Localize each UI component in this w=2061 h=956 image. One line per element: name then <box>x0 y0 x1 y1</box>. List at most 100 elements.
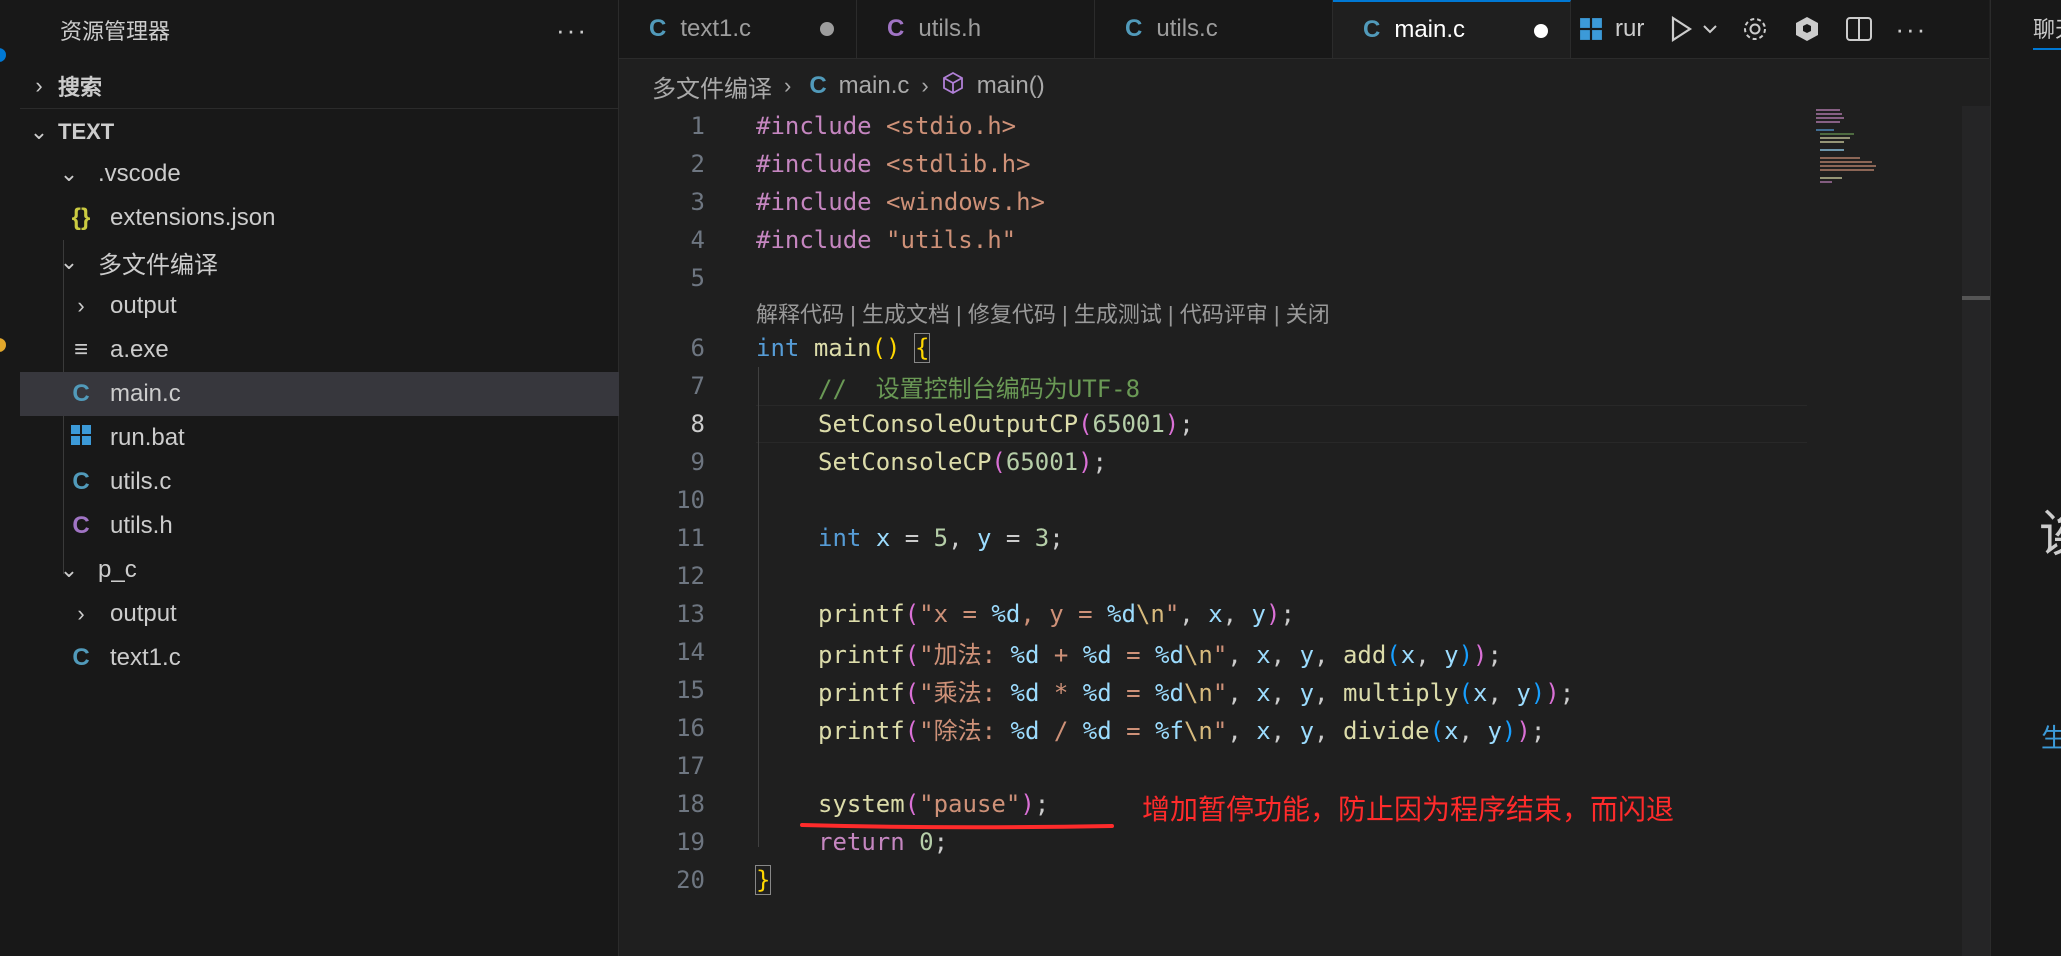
chat-panel-title[interactable]: 聊天 <box>2033 12 2061 44</box>
gear-icon[interactable] <box>1740 14 1770 44</box>
code-line[interactable]: 17 <box>619 747 1809 785</box>
code-line[interactable]: 16 printf("除法: %d / %d = %f\n", x, y, di… <box>619 709 1809 747</box>
unsaved-dot-icon[interactable] <box>820 22 834 36</box>
tree-item-vscode-folder[interactable]: ⌄ .vscode <box>20 152 652 196</box>
chevron-down-icon: ⌄ <box>59 161 79 186</box>
include-path: "utils.h" <box>886 226 1017 254</box>
code-line[interactable]: 14 printf("加法: %d + %d = %d\n", x, y, ad… <box>619 633 1809 671</box>
tree-item-label: utils.h <box>110 512 173 539</box>
annotation-text: 增加暂停功能，防止因为程序结束，而闪退 <box>1142 793 1675 826</box>
run-bat-button[interactable]: rur <box>1579 14 1644 44</box>
code-line[interactable]: 10 <box>619 481 1809 519</box>
tree-item-p-c-folder[interactable]: ⌄ p_c <box>20 548 652 592</box>
number-literal: 65001 <box>1092 410 1165 438</box>
run-label: rur <box>1615 15 1645 42</box>
windows-icon <box>1580 18 1602 40</box>
code-line[interactable]: 9 SetConsoleCP(65001); <box>619 443 1809 481</box>
line-number: 9 <box>690 448 705 476</box>
include-path: <stdio.h> <box>886 112 1017 140</box>
function-call: SetConsoleOutputCP <box>818 410 1079 438</box>
include-path: <windows.h> <box>886 188 1045 216</box>
workspace-section-header[interactable]: ⌄ TEXT <box>20 110 618 154</box>
chat-link-glyph[interactable]: 生 <box>2041 718 2061 755</box>
tree-item-utils-c[interactable]: C utils.c <box>20 460 664 504</box>
line-number: 16 <box>676 714 705 742</box>
c-file-icon: C <box>649 15 667 42</box>
tree-item-a-exe[interactable]: ≡ a.exe <box>20 328 664 372</box>
line-number: 11 <box>676 524 705 552</box>
include-directive: #include <box>756 150 872 178</box>
code-line[interactable]: 5 <box>619 259 1809 297</box>
code-line[interactable]: 7 // 设置控制台编码为UTF-8 <box>619 367 1809 405</box>
red-underline-annotation <box>800 823 1114 830</box>
tree-item-extensions-json[interactable]: {} extensions.json <box>20 196 664 240</box>
line-number: 18 <box>676 790 705 818</box>
line-number: 17 <box>676 752 705 780</box>
editor-tab-bar: C text1.c C utils.h C utils.c C main.c r… <box>619 0 1989 59</box>
include-directive: #include <box>756 226 872 254</box>
code-comment: // 设置控制台编码为UTF-8 <box>818 374 1141 403</box>
code-line[interactable]: 12 <box>619 557 1809 595</box>
line-number: 19 <box>676 828 705 856</box>
include-directive: #include <box>756 188 872 216</box>
breadcrumb-file[interactable]: main.c <box>839 72 910 100</box>
code-line[interactable]: 4 #include "utils.h" <box>619 221 1809 259</box>
tree-item-utils-h[interactable]: C utils.h <box>20 504 664 548</box>
chevron-right-icon: › <box>921 73 929 98</box>
code-line[interactable]: 1 #include <stdio.h> <box>619 107 1809 145</box>
run-dropdown-chevron-icon[interactable] <box>1702 14 1718 44</box>
c-file-icon: C <box>72 644 90 671</box>
code-line[interactable]: 8 SetConsoleOutputCP(65001); <box>619 405 1809 443</box>
tree-item-label: output <box>110 292 177 319</box>
line-number: 1 <box>690 112 705 140</box>
tree-item-multifile-folder[interactable]: ⌄ 多文件编译 <box>20 240 652 284</box>
codelens-actions[interactable]: 解释代码 | 生成文档 | 修复代码 | 生成测试 | 代码评审 | 关闭 <box>756 297 1330 329</box>
minimap[interactable] <box>1814 106 1894 186</box>
chevron-down-icon: ⌄ <box>59 557 79 582</box>
line-number: 4 <box>690 226 705 254</box>
tree-item-label: run.bat <box>110 424 185 451</box>
search-section-header[interactable]: › 搜索 <box>20 64 618 108</box>
include-directive: #include <box>756 112 872 140</box>
tree-item-label: main.c <box>110 380 181 407</box>
tree-item-label: extensions.json <box>110 204 276 231</box>
tab-utils-h[interactable]: C utils.h <box>857 0 1095 58</box>
code-line[interactable]: 3 #include <windows.h> <box>619 183 1809 221</box>
chat-panel: 聊天 诶 生 <box>1990 0 2061 956</box>
number-literal: 0 <box>919 828 934 856</box>
code-line[interactable]: 13 printf("x = %d, y = %d\n", x, y); <box>619 595 1809 633</box>
tree-item-output-folder[interactable]: › output <box>20 284 664 328</box>
tab-label: utils.h <box>918 15 982 42</box>
code-line[interactable]: 15 printf("乘法: %d * %d = %d\n", x, y, mu… <box>619 671 1809 709</box>
breadcrumb-symbol[interactable]: main() <box>977 72 1045 100</box>
line-number: 5 <box>690 264 705 292</box>
tab-text1-c[interactable]: C text1.c <box>619 0 857 58</box>
line-number: 7 <box>690 372 705 400</box>
tab-utils-c[interactable]: C utils.c <box>1095 0 1333 58</box>
code-line[interactable]: 19 return 0; <box>619 823 1809 861</box>
editor-scrollbar[interactable] <box>1962 106 1990 956</box>
scroll-thumb[interactable] <box>1962 296 1990 300</box>
tree-item-main-c[interactable]: C main.c <box>20 372 664 416</box>
tree-item-run-bat[interactable]: run.bat <box>20 416 664 460</box>
breadcrumb-folder[interactable]: 多文件编译 <box>652 69 772 104</box>
cube-symbol-icon <box>941 71 965 102</box>
code-line[interactable]: 11 int x = 5, y = 3; <box>619 519 1809 557</box>
c-file-icon: C <box>1125 15 1143 42</box>
tree-item-text1-c[interactable]: C text1.c <box>20 636 664 680</box>
unsaved-dot-icon[interactable] <box>1534 24 1548 38</box>
chevron-right-icon: › <box>784 73 792 98</box>
split-editor-icon[interactable] <box>1844 14 1874 44</box>
tree-item-output-folder-2[interactable]: › output <box>20 592 664 636</box>
run-play-icon[interactable] <box>1666 14 1696 44</box>
code-line[interactable]: 2 #include <stdlib.h> <box>619 145 1809 183</box>
breadcrumb: 多文件编译 › C main.c › main() <box>652 68 1045 104</box>
extension-cube-icon[interactable] <box>1792 14 1822 44</box>
code-line[interactable]: 6 int main() { <box>619 329 1809 367</box>
more-actions-icon[interactable]: ··· <box>556 15 600 46</box>
tree-item-label: a.exe <box>110 336 169 363</box>
tab-main-c[interactable]: C main.c <box>1333 0 1571 58</box>
code-line[interactable]: 20 } <box>619 861 1809 899</box>
chevron-right-icon: › <box>77 601 85 626</box>
more-actions-icon[interactable]: ··· <box>1895 14 1926 44</box>
